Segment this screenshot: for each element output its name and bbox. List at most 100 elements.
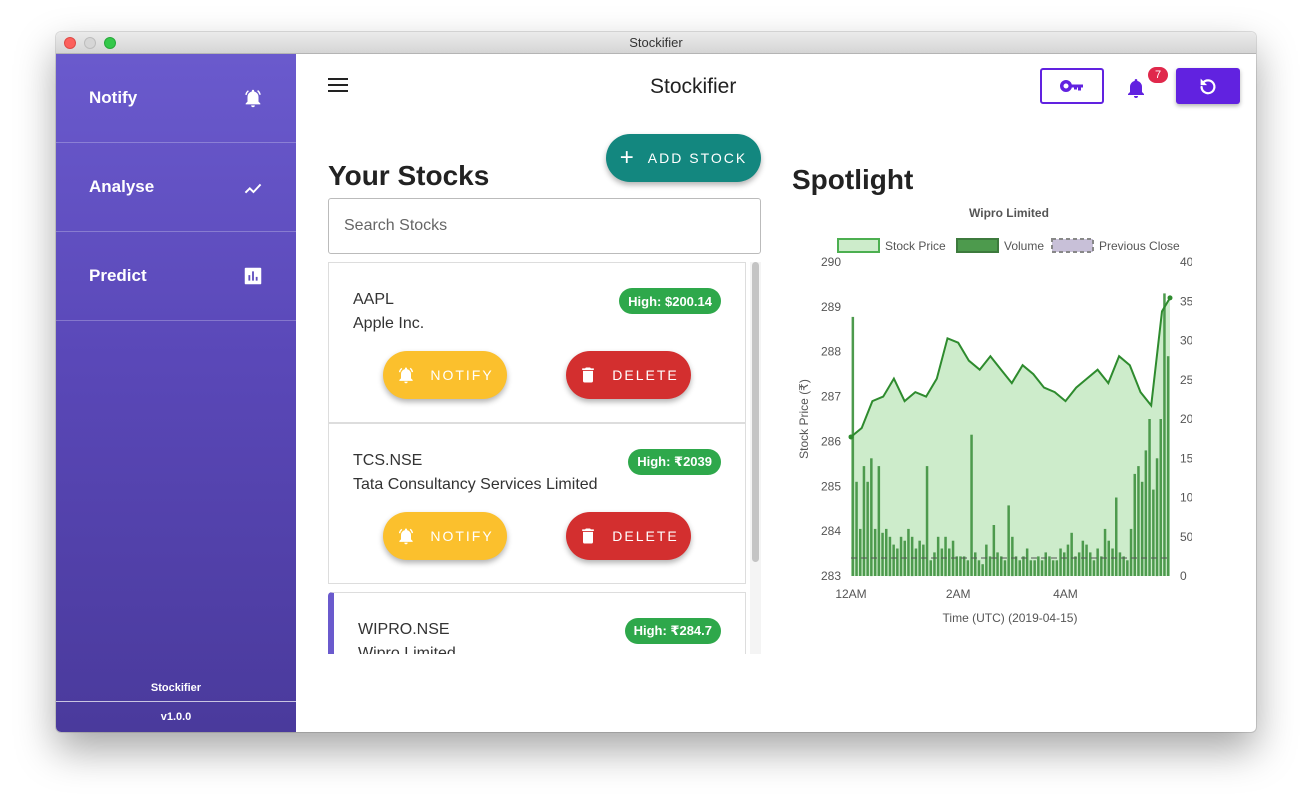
price-point (1167, 295, 1173, 301)
stock-list[interactable]: AAPL Apple Inc. High: $200.14 NOTIFY DEL… (328, 262, 761, 654)
volume-bar (962, 556, 966, 576)
notify-button[interactable]: NOTIFY (383, 512, 507, 560)
volume-bar (944, 536, 947, 577)
sidebar-item-analyse[interactable]: Analyse (56, 143, 296, 232)
sidebar-item-predict[interactable]: Predict (56, 232, 296, 321)
volume-bar (959, 556, 962, 576)
volume-bar (896, 548, 899, 576)
volume-bar (866, 481, 869, 576)
add-stock-label: ADD STOCK (647, 150, 748, 166)
price-point (848, 434, 854, 440)
legend-label: Previous Close (1099, 239, 1180, 253)
volume-bar (1029, 560, 1033, 576)
volume-bar (1022, 556, 1025, 576)
delete-label: DELETE (612, 528, 679, 544)
volume-bar (1092, 560, 1096, 576)
trash-icon (582, 528, 595, 544)
api-key-button[interactable] (1040, 68, 1104, 104)
stock-ticker: AAPL (353, 291, 394, 308)
maximize-window-button[interactable] (104, 37, 116, 49)
y2-tick-label: 200000 (1180, 412, 1192, 426)
volume-bar (1137, 466, 1140, 576)
scrollbar-thumb[interactable] (752, 262, 759, 562)
volume-bar (1040, 560, 1044, 576)
y2-tick-label: 150000 (1180, 451, 1192, 465)
chart-title: Wipro Limited (969, 206, 1049, 220)
stock-company: Apple Inc. (353, 315, 425, 332)
volume-bar (955, 556, 958, 576)
volume-bar (1152, 489, 1155, 576)
volume-bar (1129, 528, 1133, 576)
version-label: v1.0.0 (56, 701, 296, 732)
legend-swatch (837, 238, 880, 253)
volume-bar (1011, 536, 1014, 577)
x-axis-label: Time (UTC) (2019-04-15) (943, 611, 1078, 625)
volume-bar (977, 560, 981, 576)
spotlight-chart: Wipro Limited Stock Price Volume Previous C… (797, 206, 1192, 625)
scrollbar[interactable] (750, 262, 761, 654)
refresh-button[interactable] (1176, 68, 1240, 104)
notify-button[interactable]: NOTIFY (383, 351, 507, 399)
volume-bar (1118, 552, 1122, 576)
stock-card-selected[interactable]: WIPRO.NSE Wipro Limited High: ₹284.7 (328, 592, 746, 654)
stocks-heading: Your Stocks (328, 160, 490, 191)
volume-bar (925, 466, 929, 576)
volume-bar (855, 481, 858, 576)
minimize-window-button[interactable] (84, 37, 96, 49)
search-input[interactable] (328, 198, 761, 254)
volume-bar (862, 466, 866, 576)
legend-swatch (956, 238, 999, 253)
y-tick-label: 286 (821, 434, 841, 448)
notifications-button[interactable] (1124, 76, 1148, 100)
volume-bar (1007, 505, 1010, 576)
volume-bar (922, 544, 925, 576)
y2-tick-label: 100000 (1180, 491, 1192, 505)
menu-icon[interactable] (328, 78, 348, 94)
volume-bar (1096, 548, 1099, 576)
notify-label: NOTIFY (430, 367, 494, 383)
add-stock-button[interactable]: + ADD STOCK (606, 134, 761, 182)
volume-bar (1140, 481, 1144, 576)
y-tick-label: 290 (821, 255, 841, 269)
high-price-badge: High: $200.14 (619, 288, 721, 314)
sidebar-item-notify[interactable]: Notify (56, 54, 296, 143)
refresh-icon (1200, 78, 1216, 95)
close-window-button[interactable] (64, 37, 76, 49)
volume-bar (907, 528, 910, 576)
volume-bar (1048, 556, 1051, 576)
y-tick-label: 283 (821, 569, 841, 583)
volume-bar (933, 552, 936, 576)
window-controls (64, 37, 116, 49)
y-axis-label: Stock Price (₹) (797, 379, 811, 459)
volume-bar (1070, 532, 1073, 576)
volume-bar (1055, 560, 1059, 576)
volume-bar (1163, 293, 1166, 576)
stock-company: Tata Consultancy Services Limited (353, 476, 598, 493)
bell-alarm-icon (399, 367, 414, 384)
x-tick-label: 12AM (835, 587, 866, 601)
delete-button[interactable]: DELETE (566, 351, 691, 399)
volume-bar (1014, 556, 1018, 576)
y-tick-label: 284 (821, 524, 841, 538)
stock-company: Wipro Limited (358, 645, 456, 654)
spotlight-heading: Spotlight (792, 164, 914, 195)
stock-ticker: TCS.NSE (353, 452, 423, 469)
high-price-badge: High: ₹2039 (628, 449, 721, 475)
stock-ticker: WIPRO.NSE (358, 621, 450, 638)
stock-card[interactable]: TCS.NSE Tata Consultancy Services Limite… (328, 423, 746, 584)
title-bar: Stockifier (56, 32, 1256, 54)
stock-card[interactable]: AAPL Apple Inc. High: $200.14 NOTIFY DEL… (328, 262, 746, 423)
key-icon (1060, 80, 1083, 92)
plus-icon: + (619, 144, 634, 171)
volume-bar (1003, 560, 1007, 576)
trash-icon (582, 367, 595, 383)
volume-bar (996, 552, 999, 576)
window-title: Stockifier (629, 35, 683, 50)
delete-button[interactable]: DELETE (566, 512, 691, 560)
volume-bar (881, 532, 884, 576)
volume-bar (1000, 556, 1003, 576)
y2-tick-label: 350000 (1180, 294, 1192, 308)
volume-bar (892, 544, 895, 576)
volume-bar (1025, 548, 1029, 576)
volume-bar (1063, 552, 1066, 576)
